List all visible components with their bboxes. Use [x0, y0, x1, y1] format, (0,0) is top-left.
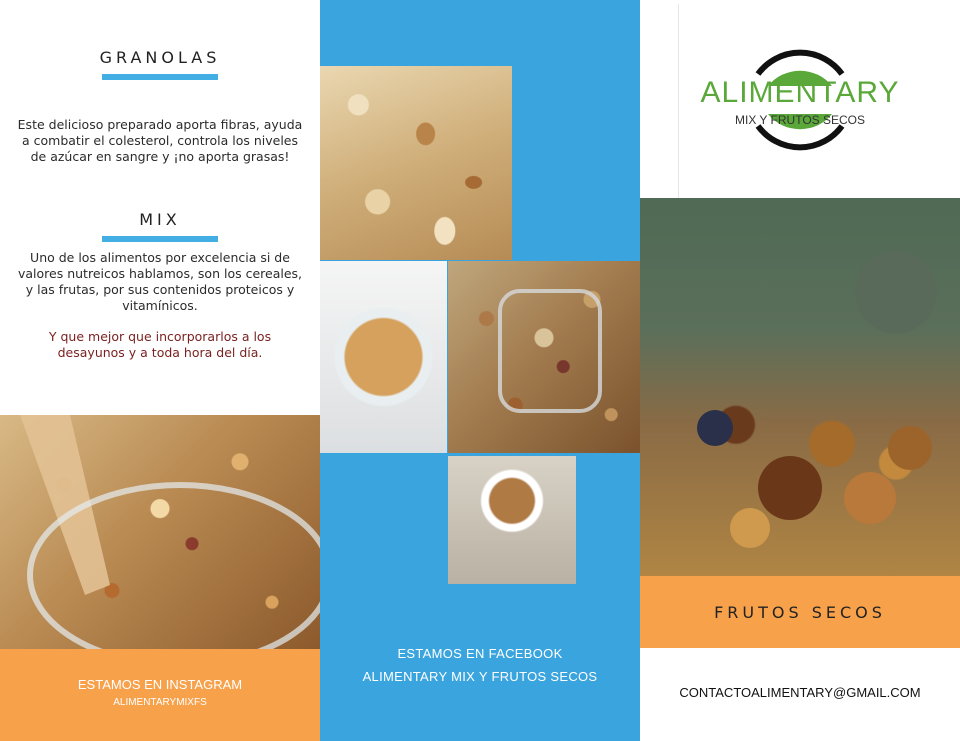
logo-name: ALIMENTARY	[700, 76, 900, 109]
oats-nuts-photo	[320, 66, 512, 260]
facebook-page[interactable]: ALIMENTARY MIX Y FRUTOS SECOS	[320, 669, 640, 684]
logo-tagline: MIX Y FRUTOS SECOS	[734, 113, 866, 127]
instagram-label: ESTAMOS EN INSTAGRAM	[77, 677, 243, 692]
mix-highlight: Y que mejor que incorporarlos a los desa…	[48, 329, 272, 360]
frutos-secos-title: FRUTOS SECOS	[714, 603, 886, 622]
mix-underline	[102, 236, 218, 242]
granolas-underline	[102, 74, 218, 80]
middle-panel: ESTAMOS EN FACEBOOK ALIMENTARY MIX Y FRU…	[320, 0, 640, 741]
instagram-band: ESTAMOS EN INSTAGRAM ALIMENTARYMIXFS	[0, 649, 320, 741]
glass-jar-granola-photo	[448, 261, 640, 453]
wooden-spoon-illustration	[20, 415, 320, 649]
granola-spoon-photo	[0, 415, 320, 649]
right-panel: ALIMENTARY MIX Y FRUTOS SECOS FRUTOS SEC…	[640, 0, 960, 741]
jar-illustration	[498, 289, 602, 413]
mix-title: MIX	[139, 210, 181, 229]
frutos-secos-band: FRUTOS SECOS	[640, 576, 960, 648]
granolas-description: Este delicioso preparado aporta fibras, …	[17, 117, 303, 164]
granolas-title: GRANOLAS	[99, 48, 221, 67]
granola-jar-photo	[320, 261, 447, 453]
nuts-illustration	[697, 410, 932, 548]
contact-email[interactable]: CONTACTOALIMENTARY@GMAIL.COM	[640, 685, 960, 700]
facebook-label: ESTAMOS EN FACEBOOK	[397, 646, 563, 661]
left-panel: GRANOLAS Este delicioso preparado aporta…	[0, 0, 320, 741]
nuts-figs-photo	[640, 198, 960, 576]
instagram-handle[interactable]: ALIMENTARYMIXFS	[0, 697, 320, 708]
granola-bowl-photo	[448, 456, 576, 584]
mix-description: Uno de los alimentos por excelencia si d…	[17, 250, 303, 313]
